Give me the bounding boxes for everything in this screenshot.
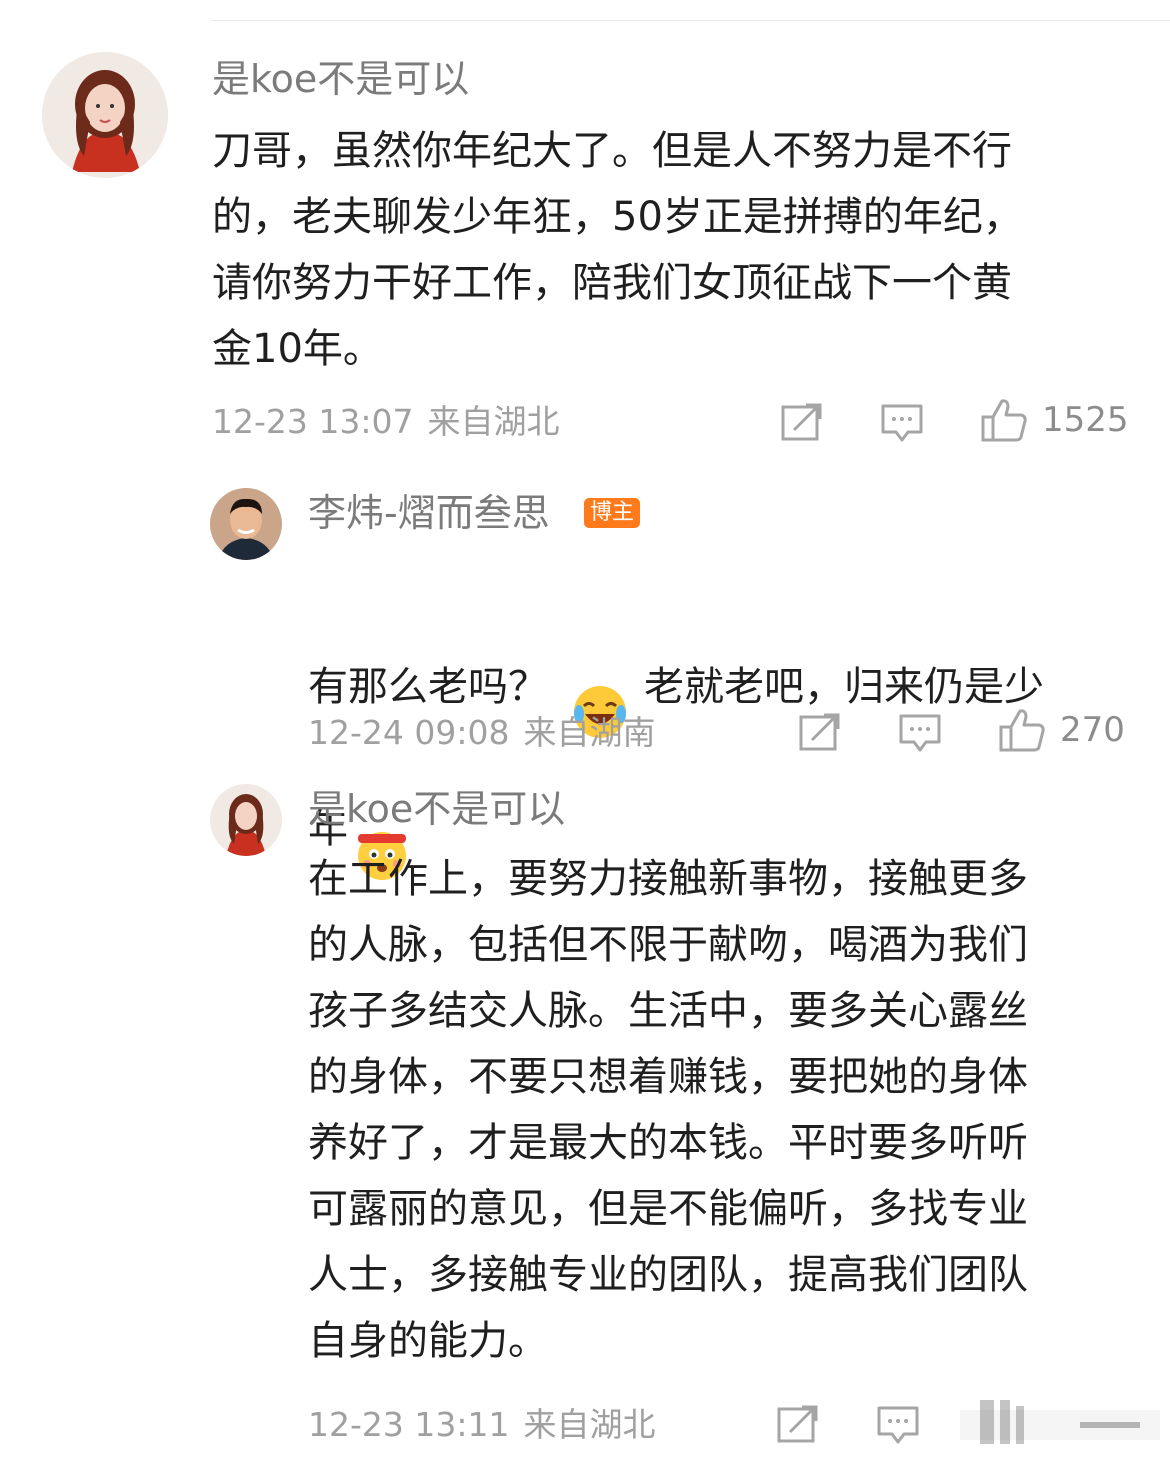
reply-text-part: 老就老吧，归来仍是少	[644, 664, 1044, 710]
comment-button[interactable]	[898, 712, 942, 754]
repost-button[interactable]	[798, 712, 842, 752]
reply-location: 来自湖北	[523, 1405, 656, 1444]
reply-location: 来自湖南	[523, 713, 656, 752]
repost-icon	[777, 1405, 818, 1443]
reply-text: 在工作上，要努力接触新事物，接触更多 的人脉，包括但不限于献吻，喝酒为我们 孩子…	[308, 856, 1028, 1364]
repost-icon	[781, 403, 822, 441]
like-count: 270	[1060, 710, 1125, 750]
avatar[interactable]	[210, 784, 282, 856]
repost-button[interactable]	[780, 402, 824, 442]
reply-time: 12-23 13:11	[308, 1405, 510, 1444]
watermark-overlay	[960, 1400, 1160, 1450]
thumbs-up-icon	[999, 709, 1045, 752]
comment-icon	[899, 714, 941, 752]
comment-meta: 12-23 13:07 来自湖北	[212, 405, 559, 438]
reply-meta: 12-24 09:08 来自湖南	[308, 716, 655, 749]
like-button[interactable]: 1525	[980, 397, 1129, 443]
reply-meta: 12-23 13:11 来自湖北	[308, 1408, 655, 1441]
comment-icon	[877, 1406, 919, 1444]
like-button[interactable]: 270	[998, 707, 1125, 753]
reply-time: 12-24 09:08	[308, 713, 510, 752]
comment-button[interactable]	[880, 402, 924, 444]
thumbs-up-icon	[981, 399, 1027, 442]
comment-text: 刀哥，虽然你年纪大了。但是人不努力是不行 的，老夫聊发少年狂，50岁正是拼搏的年…	[212, 128, 1023, 372]
reply-text-part: 有那么老吗？	[308, 664, 548, 710]
repost-button[interactable]	[776, 1404, 820, 1444]
reply-username[interactable]: 是koe不是可以	[308, 790, 565, 828]
top-divider	[210, 20, 1170, 21]
comment-time: 12-23 13:07	[212, 402, 414, 441]
comment-icon	[881, 404, 923, 442]
avatar[interactable]	[210, 488, 282, 560]
repost-icon	[799, 713, 840, 751]
reply-username[interactable]: 李炜-熠而叁思	[308, 494, 550, 532]
like-count: 1525	[1042, 400, 1129, 440]
comment-location: 来自湖北	[427, 402, 560, 441]
avatar[interactable]	[42, 52, 168, 178]
comment-username[interactable]: 是koe不是可以	[212, 60, 469, 98]
comment-button[interactable]	[876, 1404, 920, 1446]
blogger-badge: 博主	[584, 498, 641, 528]
